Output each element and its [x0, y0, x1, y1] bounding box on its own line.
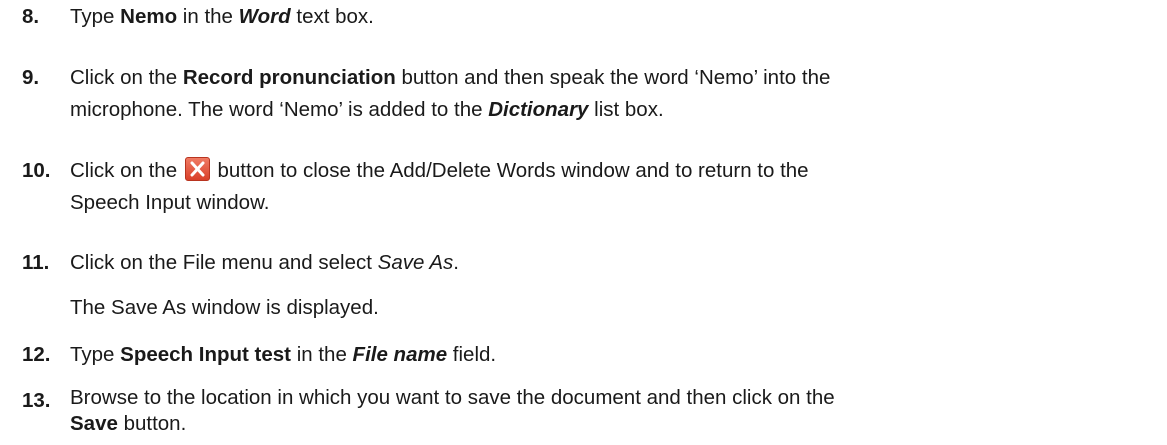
step-text: Type Speech Input test in the File name …: [70, 343, 497, 366]
close-icon: [184, 157, 210, 181]
step-number: 9.: [22, 66, 40, 89]
field-name: Word: [238, 5, 291, 28]
step-text: Click on the File menu and select Save A…: [70, 251, 459, 274]
typed-text: Nemo: [120, 5, 178, 28]
field-name: Dictionary: [488, 98, 589, 121]
step-line: microphone. The word ‘Nemo’ is added to …: [70, 98, 664, 121]
step-note: The Save As window is displayed.: [70, 296, 379, 319]
step-line: Click on the button to close the Add/Del…: [70, 157, 809, 182]
step-line: Browse to the location in which you want…: [70, 386, 835, 409]
step-number: 8.: [22, 5, 40, 28]
step-text: Type Nemo in the Word text box.: [70, 5, 374, 28]
step-line: Save button.: [70, 412, 187, 435]
step-text: Click on the Record pronunciation button…: [70, 62, 1150, 126]
button-name: Record pronunciation: [182, 66, 396, 89]
step-number: 12.: [22, 343, 51, 366]
step-text: Browse to the location in which you want…: [70, 385, 1150, 437]
step-text: Click on the button to close the Add/Del…: [70, 155, 1150, 219]
step-number: 11.: [22, 251, 50, 274]
field-name: File name: [352, 343, 448, 366]
step-line: Speech Input window.: [70, 191, 270, 214]
typed-text: Speech Input test: [120, 343, 291, 366]
step-line: Click on the Record pronunciation button…: [70, 66, 831, 89]
menu-item-name: Save As: [377, 251, 454, 274]
button-name: Save: [70, 412, 118, 435]
step-number: 13.: [22, 389, 51, 412]
step-number: 10.: [22, 159, 51, 182]
